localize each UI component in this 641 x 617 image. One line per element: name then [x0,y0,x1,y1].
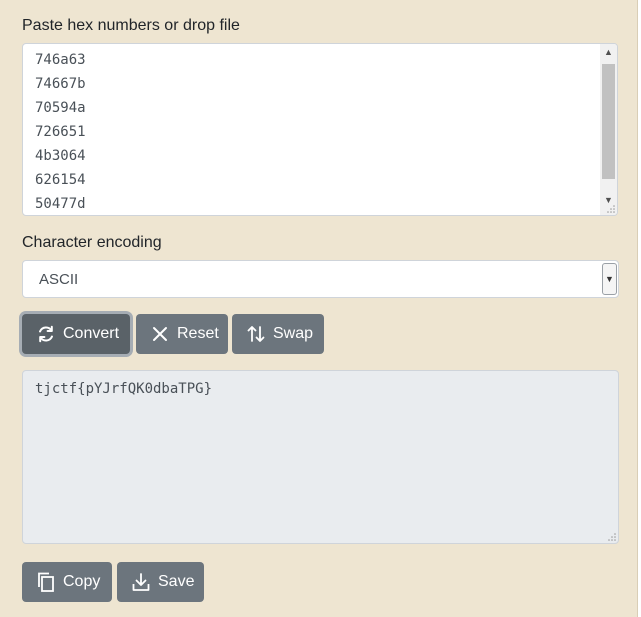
output-text: tjctf{pYJrfQK0dbaTPG} [35,381,213,397]
close-icon [153,327,167,341]
hex-line: 70594a [35,100,86,116]
hex-line: 726651 [35,124,86,140]
output-textarea[interactable]: tjctf{pYJrfQK0dbaTPG} [22,370,619,544]
hex-input-lines: 746a63 74667b 70594a 726651 4b3064 62615… [35,48,86,215]
input-label: Paste hex numbers or drop file [22,17,240,34]
swap-button-label: Swap [273,325,314,342]
copy-button[interactable]: Copy [22,562,112,602]
scroll-up-arrow-icon[interactable]: ▲ [600,44,617,61]
reset-button-label: Reset [177,325,219,342]
save-button[interactable]: Save [117,562,204,602]
chevron-down-icon[interactable]: ▼ [602,263,617,295]
resize-grip-icon[interactable] [607,205,615,213]
hex-input-textarea[interactable]: 746a63 74667b 70594a 726651 4b3064 62615… [22,43,618,216]
convert-button-label: Convert [63,325,120,342]
encoding-select[interactable]: ASCII ▼ [22,260,619,298]
hex-line: 50477d [35,196,86,212]
resize-grip-icon[interactable] [608,533,616,541]
copy-button-label: Copy [63,573,101,590]
hex-line: 626154 [35,172,86,188]
converter-panel: Paste hex numbers or drop file 746a63 74… [0,0,638,617]
hex-line: 4b3064 [35,148,86,164]
encoding-label: Character encoding [22,234,162,251]
scrollbar-thumb[interactable] [602,64,615,179]
convert-button[interactable]: Convert [22,314,130,354]
hex-line: 746a63 [35,52,86,68]
swap-button[interactable]: Swap [232,314,324,354]
swap-arrows-icon [247,326,265,342]
hex-line: 74667b [35,76,86,92]
copy-icon [38,572,54,592]
reset-button[interactable]: Reset [136,314,228,354]
download-icon [132,573,150,591]
encoding-selected-value: ASCII [39,271,79,288]
refresh-icon [39,325,53,343]
save-button-label: Save [158,573,195,590]
input-scrollbar[interactable]: ▲ ▼ [600,44,617,215]
